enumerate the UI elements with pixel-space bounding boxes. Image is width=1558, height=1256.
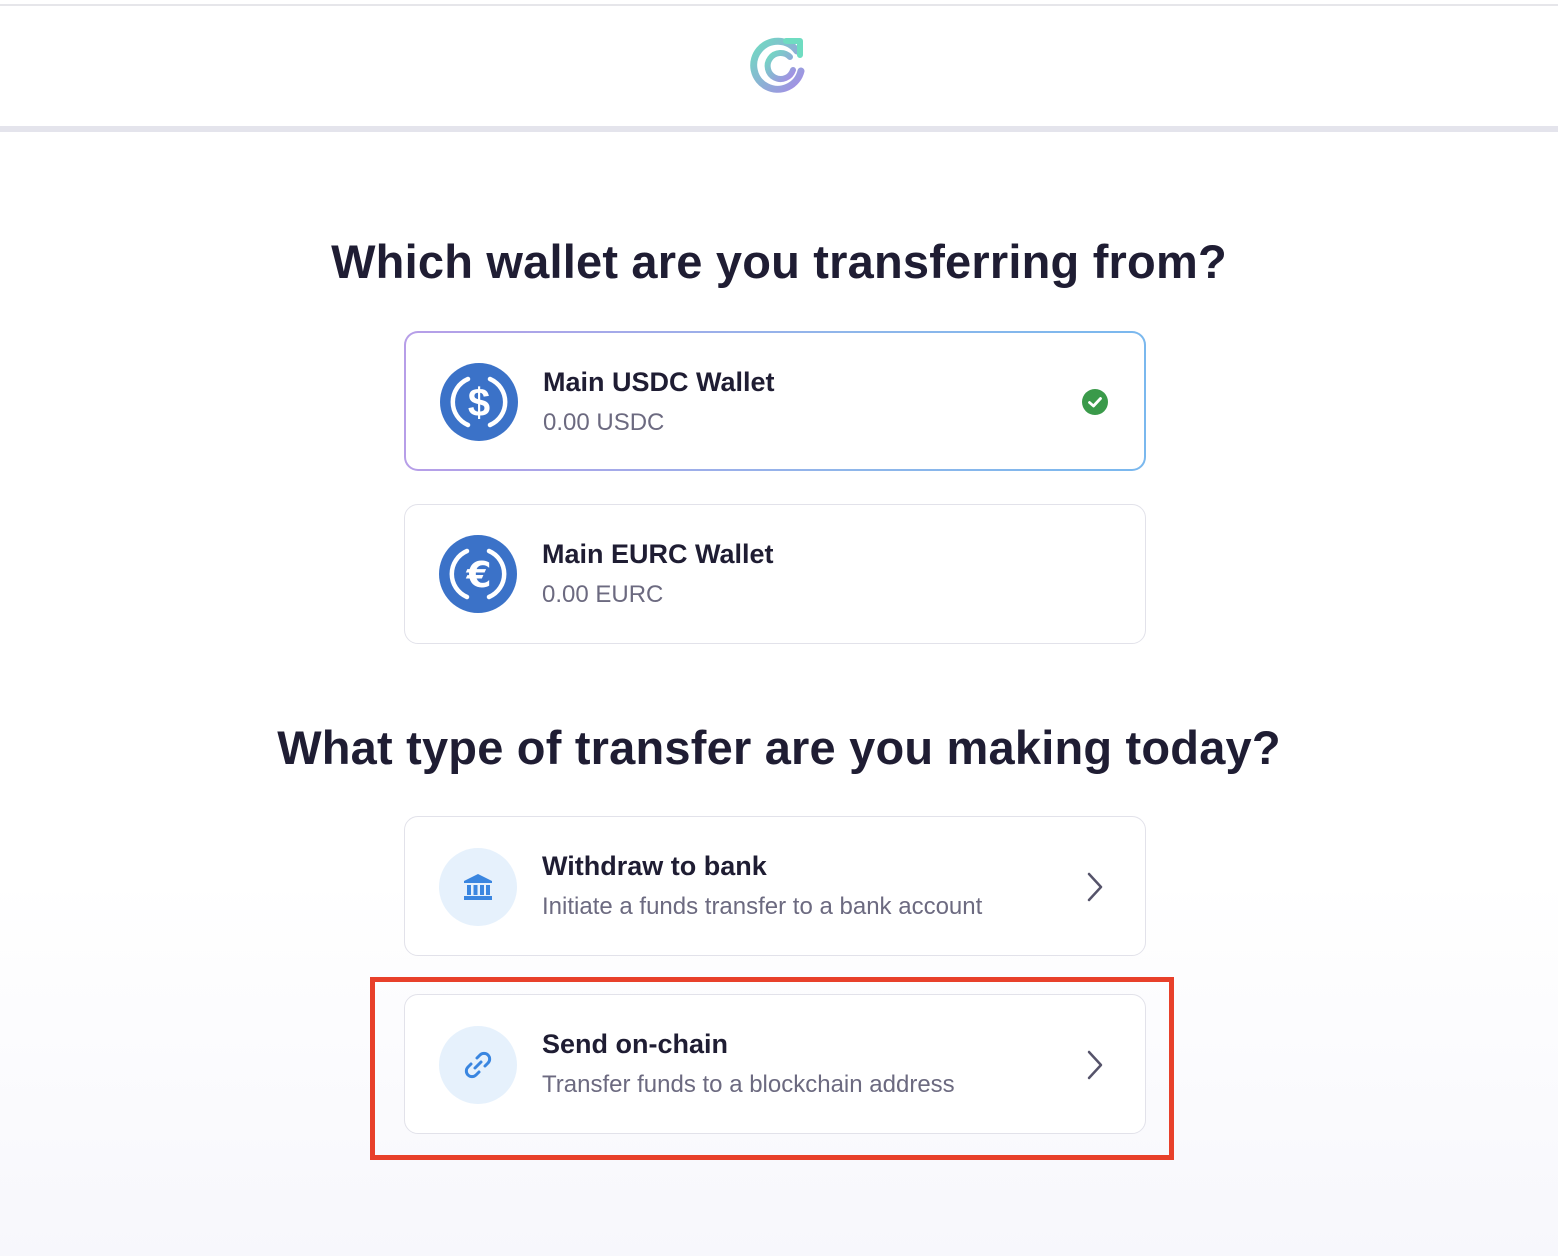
bank-icon-badge	[439, 848, 517, 926]
wallet-balance: 0.00 EURC	[542, 581, 664, 608]
link-icon	[464, 1051, 492, 1079]
option-title: Withdraw to bank	[542, 851, 767, 881]
circle-sync-logo-icon[interactable]	[750, 37, 808, 95]
wallet-name: Main USDC Wallet	[543, 367, 775, 397]
svg-text:$: $	[468, 381, 490, 425]
option-text: Send on-chain Transfer funds to a blockc…	[542, 1027, 955, 1101]
check-circle-icon	[1082, 389, 1108, 415]
bank-icon	[464, 874, 492, 900]
transfer-option-send-on-chain[interactable]: Send on-chain Transfer funds to a blockc…	[404, 994, 1146, 1134]
wallet-text: Main EURC Wallet 0.00 EURC	[542, 537, 774, 611]
transfer-section-title: What type of transfer are you making tod…	[277, 721, 1281, 774]
transfer-option-withdraw-to-bank[interactable]: Withdraw to bank Initiate a funds transf…	[404, 816, 1146, 956]
header-divider	[0, 126, 1558, 132]
link-icon-badge	[439, 1026, 517, 1104]
option-title: Send on-chain	[542, 1029, 729, 1059]
wallet-name: Main EURC Wallet	[542, 539, 774, 569]
wallet-text: Main USDC Wallet 0.00 USDC	[543, 365, 775, 439]
chevron-right-icon	[1087, 872, 1103, 902]
wallet-card-eurc[interactable]: € Main EURC Wallet 0.00 EURC	[404, 504, 1146, 644]
option-text: Withdraw to bank Initiate a funds transf…	[542, 849, 982, 923]
eurc-coin-icon: €	[439, 535, 517, 613]
svg-text:€: €	[465, 555, 491, 596]
wallet-balance: 0.00 USDC	[543, 409, 665, 436]
option-description: Transfer funds to a blockchain address	[542, 1071, 955, 1098]
option-description: Initiate a funds transfer to a bank acco…	[542, 893, 983, 920]
usdc-coin-icon: $	[440, 363, 518, 441]
chevron-right-icon	[1087, 1050, 1103, 1080]
app-header	[0, 6, 1558, 126]
wallet-card-usdc[interactable]: $ Main USDC Wallet 0.00 USDC	[404, 331, 1146, 471]
wallet-section-title: Which wallet are you transferring from?	[331, 235, 1227, 288]
